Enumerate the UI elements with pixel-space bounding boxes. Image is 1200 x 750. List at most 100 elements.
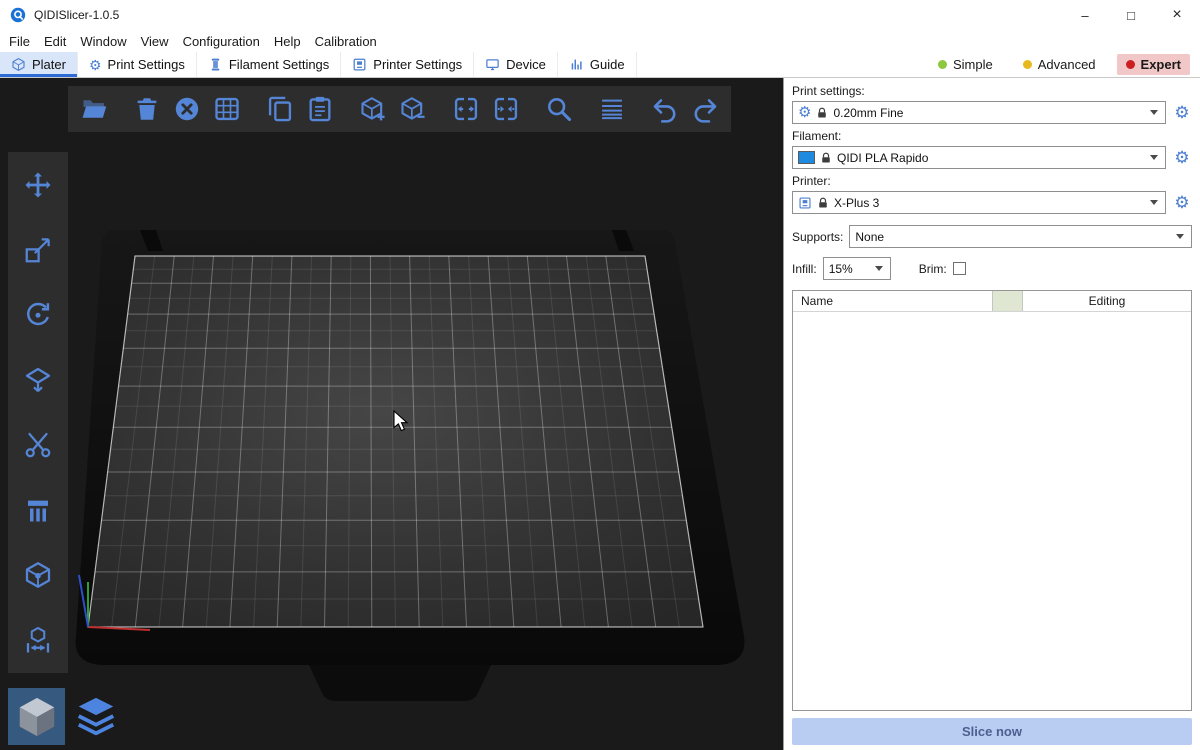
printer-combo[interactable]: X-Plus 3: [792, 191, 1166, 214]
tab-plater-label: Plater: [32, 57, 66, 72]
maximize-button[interactable]: □: [1108, 0, 1154, 30]
rotate-icon: [23, 300, 53, 330]
undo-icon: [651, 95, 679, 123]
print-settings-label: Print settings:: [792, 84, 1192, 98]
tab-filament-settings[interactable]: Filament Settings: [197, 52, 341, 77]
menu-file[interactable]: File: [2, 34, 37, 49]
3d-cube-icon: [14, 694, 60, 740]
slice-now-button[interactable]: Slice now: [792, 718, 1192, 745]
split-parts-icon: [492, 95, 520, 123]
menu-calibration[interactable]: Calibration: [308, 34, 384, 49]
tab-guide-label: Guide: [590, 57, 625, 72]
menu-view[interactable]: View: [134, 34, 176, 49]
trash-icon: [133, 95, 161, 123]
undo-button[interactable]: [645, 89, 685, 129]
column-header-extruder: [993, 291, 1023, 311]
copy-button[interactable]: [260, 89, 300, 129]
preview-view-toggle[interactable]: [67, 688, 124, 745]
place-on-face-button[interactable]: [17, 359, 59, 401]
tab-device[interactable]: Device: [474, 52, 558, 77]
print-settings-combo[interactable]: ⚙ 0.20mm Fine: [792, 101, 1166, 124]
arrange-grid-icon: [213, 95, 241, 123]
object-list: Name Editing: [792, 290, 1192, 711]
delete-all-button[interactable]: [167, 89, 207, 129]
bed-front-lip: [309, 665, 491, 701]
app-window: QIDISlicer-1.0.5 – □ × File Edit Window …: [0, 0, 1200, 750]
filament-value: QIDI PLA Rapido: [837, 151, 1145, 165]
menu-help[interactable]: Help: [267, 34, 308, 49]
rotate-button[interactable]: [17, 294, 59, 336]
split-objects-button[interactable]: [446, 89, 486, 129]
gear-icon: ⚙: [798, 105, 811, 120]
supports-combo[interactable]: None: [849, 225, 1192, 248]
delete-button[interactable]: [127, 89, 167, 129]
close-button[interactable]: ×: [1154, 0, 1200, 30]
redo-button[interactable]: [685, 89, 725, 129]
window-title: QIDISlicer-1.0.5: [34, 8, 119, 22]
scale-button[interactable]: [17, 229, 59, 271]
mode-simple[interactable]: Simple: [929, 54, 1002, 75]
tab-device-label: Device: [506, 57, 546, 72]
tab-printer-settings-label: Printer Settings: [373, 57, 462, 72]
tab-print-settings[interactable]: ⚙ Print Settings: [78, 52, 197, 77]
expert-mode-dot-icon: [1126, 60, 1135, 69]
chevron-down-icon: [875, 266, 883, 271]
mode-advanced-label: Advanced: [1038, 57, 1096, 72]
tab-print-settings-label: Print Settings: [108, 57, 185, 72]
cut-button[interactable]: [17, 424, 59, 466]
move-icon: [23, 170, 53, 200]
x-circle-icon: [173, 95, 201, 123]
open-project-button[interactable]: [74, 89, 114, 129]
search-button[interactable]: [539, 89, 579, 129]
window-controls: – □ ×: [1062, 0, 1200, 30]
brim-checkbox[interactable]: [953, 262, 966, 275]
menu-bar: File Edit Window View Configuration Help…: [0, 30, 1200, 52]
editor-view-toggle[interactable]: [8, 688, 65, 745]
column-header-name: Name: [793, 291, 993, 311]
main-area: Print settings: ⚙ 0.20mm Fine ⚙ Filament…: [0, 78, 1200, 750]
measure-button[interactable]: [17, 619, 59, 661]
scissors-icon: [23, 430, 53, 460]
app-logo-icon: [10, 7, 26, 23]
tab-printer-settings[interactable]: Printer Settings: [341, 52, 474, 77]
cube-plus-icon: [359, 95, 387, 123]
lock-icon: [817, 197, 829, 209]
filament-gear-button[interactable]: ⚙: [1172, 149, 1192, 166]
tab-guide[interactable]: Guide: [558, 52, 637, 77]
menu-configuration[interactable]: Configuration: [176, 34, 267, 49]
advanced-mode-dot-icon: [1023, 60, 1032, 69]
right-panel: Print settings: ⚙ 0.20mm Fine ⚙ Filament…: [783, 78, 1200, 750]
simple-mode-dot-icon: [938, 60, 947, 69]
object-list-body[interactable]: [793, 312, 1191, 710]
split-parts-button[interactable]: [486, 89, 526, 129]
add-instance-button[interactable]: [353, 89, 393, 129]
minimize-button[interactable]: –: [1062, 0, 1108, 30]
mode-switcher: Simple Advanced Expert: [929, 52, 1200, 77]
paint-supports-button[interactable]: [17, 489, 59, 531]
printer-label: Printer:: [792, 174, 1192, 188]
menu-window[interactable]: Window: [73, 34, 133, 49]
infill-combo[interactable]: 15%: [823, 257, 891, 280]
filament-combo[interactable]: QIDI PLA Rapido: [792, 146, 1166, 169]
scale-icon: [23, 235, 53, 265]
seam-button[interactable]: [17, 554, 59, 596]
variable-layer-height-button[interactable]: [592, 89, 632, 129]
mode-expert[interactable]: Expert: [1117, 54, 1190, 75]
paste-button[interactable]: [300, 89, 340, 129]
remove-instance-button[interactable]: [393, 89, 433, 129]
open-folder-icon: [80, 95, 108, 123]
supports-icon: [23, 495, 53, 525]
3d-viewport[interactable]: [0, 78, 783, 750]
arrange-button[interactable]: [207, 89, 247, 129]
mode-advanced[interactable]: Advanced: [1014, 54, 1105, 75]
move-button[interactable]: [17, 164, 59, 206]
chevron-down-icon: [1150, 155, 1158, 160]
tab-plater[interactable]: Plater: [0, 52, 78, 77]
plater-icon: [11, 57, 26, 72]
filament-settings-icon: [208, 57, 223, 72]
menu-edit[interactable]: Edit: [37, 34, 73, 49]
view-toggles: [8, 688, 124, 745]
print-settings-gear-button[interactable]: ⚙: [1172, 104, 1192, 121]
printer-gear-button[interactable]: ⚙: [1172, 194, 1192, 211]
infill-label: Infill:: [792, 262, 817, 276]
